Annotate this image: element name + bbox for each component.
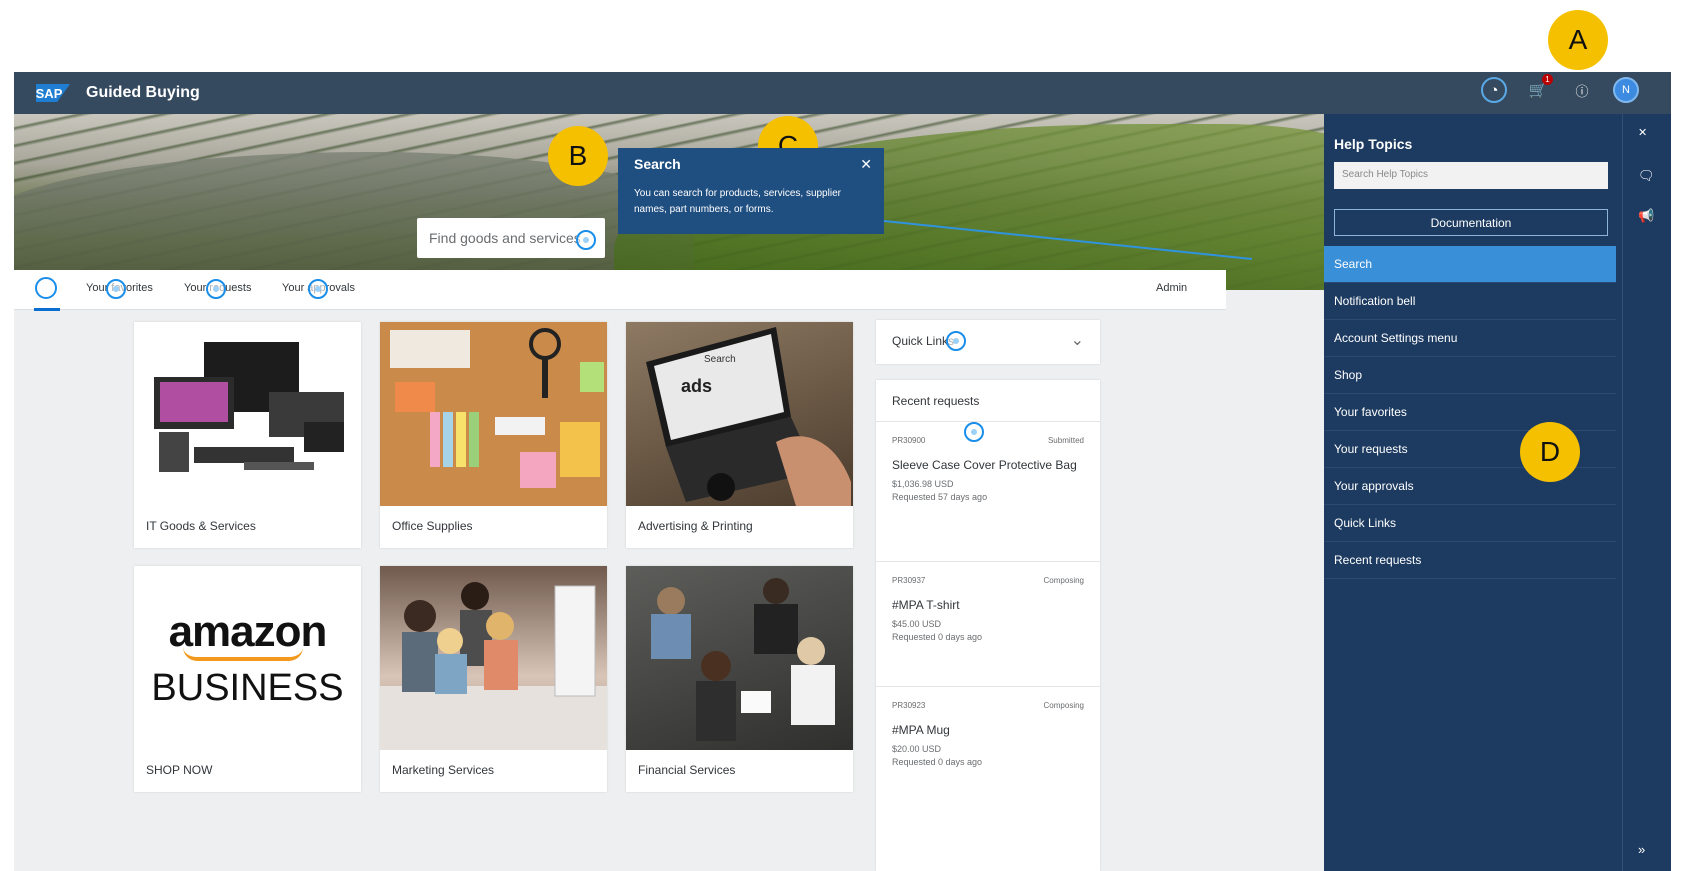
tile-advertising[interactable]: Search ads Advertising & Printing — [626, 322, 853, 548]
tile-label: SHOP NOW — [146, 763, 213, 777]
list-item[interactable]: PR30937 Composing #MPA T-shirt $45.00 US… — [876, 562, 1100, 687]
request-age: Requested 0 days ago — [892, 632, 983, 642]
adv-screen-ads: ads — [681, 376, 712, 396]
home-tab[interactable] — [34, 277, 60, 311]
tile-amazon-business[interactable]: amazon BUSINESS SHOP NOW — [134, 566, 361, 792]
request-name: #MPA Mug — [892, 723, 950, 737]
help-topic-account-settings[interactable]: Account Settings menu — [1324, 320, 1616, 357]
help-topic-favorites[interactable]: Your favorites — [1324, 394, 1616, 431]
chevron-down-icon[interactable]: ⌄ — [1071, 330, 1084, 350]
tile-office-supplies[interactable]: Office Supplies — [380, 322, 607, 548]
help-topic-notification-bell[interactable]: Notification bell — [1324, 283, 1616, 320]
tile-it-goods[interactable]: IT Goods & Services — [134, 322, 361, 548]
request-name: Sleeve Case Cover Protective Bag — [892, 458, 1077, 472]
chat-icon[interactable]: 🗨 — [1638, 168, 1655, 184]
status-badge: Composing — [1043, 701, 1084, 710]
recent-requests-title: Recent requests — [876, 380, 1100, 422]
financial-image — [626, 566, 853, 750]
avatar[interactable]: N — [1613, 77, 1639, 103]
business-wordmark: BUSINESS — [151, 666, 344, 709]
documentation-button[interactable]: Documentation — [1334, 209, 1608, 236]
quick-links-card[interactable]: Quick Links ⌄ — [876, 320, 1100, 364]
quick-links-hotspot[interactable] — [946, 331, 966, 351]
it-goods-image — [134, 322, 361, 506]
sap-logo: SAP — [36, 84, 70, 102]
requests-hotspot[interactable] — [206, 279, 226, 299]
tile-label: Office Supplies — [392, 519, 473, 533]
cart-icon[interactable]: 🛒 1 — [1525, 74, 1553, 103]
list-item[interactable]: PR30900 Submitted Sleeve Case Cover Prot… — [876, 422, 1100, 562]
status-badge: Submitted — [1047, 436, 1084, 445]
admin-link[interactable]: Admin — [1156, 282, 1187, 294]
request-age: Requested 0 days ago — [892, 757, 983, 767]
help-topic-shop[interactable]: Shop — [1324, 357, 1616, 394]
tile-marketing[interactable]: Marketing Services — [380, 566, 607, 792]
nav-bar: Your favorites Your requests Your approv… — [14, 270, 1226, 311]
recent-requests-card: Recent requests PR30900 Submitted Sleeve… — [876, 380, 1100, 871]
tile-financial[interactable]: Financial Services — [626, 566, 853, 792]
request-price: $45.00 USD — [892, 619, 942, 629]
callout-a: A — [1548, 10, 1608, 70]
approvals-hotspot[interactable] — [308, 279, 328, 299]
request-price: $1,036.98 USD — [892, 479, 954, 489]
callout-d: D — [1520, 422, 1580, 482]
expand-icon[interactable]: » — [1638, 842, 1645, 857]
list-item[interactable]: PR30923 Composing #MPA Mug $20.00 USD Re… — [876, 687, 1100, 812]
help-side-rail: ✕ 🗨 📢 » — [1622, 114, 1671, 871]
close-icon[interactable]: ✕ — [1638, 126, 1647, 139]
office-supplies-image — [380, 322, 607, 506]
adv-screen-search: Search — [704, 354, 736, 365]
search-placeholder: Find goods and services — [429, 230, 581, 246]
help-topic-approvals[interactable]: Your approvals — [1324, 468, 1616, 505]
shell-bar: SAP Guided Buying ◔ 🛒 1 ⓘ N — [14, 72, 1671, 114]
announcement-icon[interactable]: 📢 — [1638, 208, 1654, 224]
callout-b: B — [548, 126, 608, 186]
request-age: Requested 57 days ago — [892, 492, 988, 502]
tile-label: IT Goods & Services — [146, 519, 256, 533]
help-icon[interactable]: ⓘ — [1569, 77, 1595, 103]
request-price: $20.00 USD — [892, 744, 942, 754]
search-hotspot[interactable] — [576, 230, 596, 250]
help-topic-search[interactable]: Search — [1324, 246, 1616, 283]
popover-body: You can search for products, services, s… — [634, 188, 841, 215]
cart-badge: 1 — [1542, 74, 1553, 85]
amazon-business-logo: amazon BUSINESS — [134, 566, 361, 750]
quick-links-label: Quick Links — [892, 334, 955, 348]
tile-label: Advertising & Printing — [638, 519, 753, 533]
favorites-hotspot[interactable] — [106, 279, 126, 299]
search-popover: Search You can search for products, serv… — [618, 148, 884, 234]
advertising-image: Search ads — [626, 322, 853, 506]
request-name: #MPA T-shirt — [892, 598, 960, 612]
app-frame: SAP Guided Buying ◔ 🛒 1 ⓘ N Find goods an… — [14, 72, 1671, 871]
help-topic-recent-requests[interactable]: Recent requests — [1324, 542, 1616, 579]
marketing-image — [380, 566, 607, 750]
popover-title: Search — [634, 156, 681, 172]
tile-label: Financial Services — [638, 763, 736, 777]
help-topic-quick-links[interactable]: Quick Links — [1324, 505, 1616, 542]
help-search-input[interactable]: Search Help Topics — [1334, 162, 1608, 189]
help-title: Help Topics — [1334, 136, 1413, 152]
help-topic-list: Search Notification bell Account Setting… — [1324, 246, 1616, 579]
help-topics-panel: Help Topics Search Help Topics Documenta… — [1324, 114, 1622, 871]
notification-bell-icon[interactable]: ◔ — [1481, 77, 1507, 103]
amazon-smile-icon — [182, 647, 303, 661]
app-title: Guided Buying — [86, 84, 200, 101]
close-icon[interactable]: ✕ — [860, 156, 872, 173]
tile-label: Marketing Services — [392, 763, 495, 777]
status-badge: Composing — [1043, 576, 1084, 585]
